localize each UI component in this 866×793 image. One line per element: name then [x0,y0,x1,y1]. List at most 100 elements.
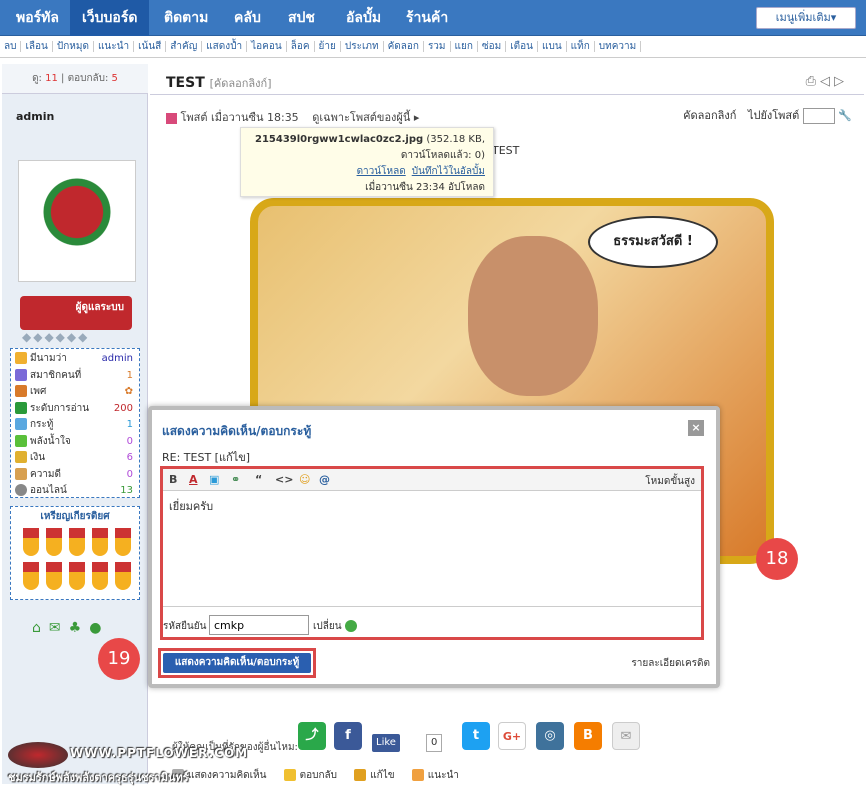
admin-rank-badge: ผู้ดูแลระบบ [20,296,132,330]
copy-link-title[interactable]: [คัดลอกลิงก์] [210,77,272,90]
rank-diamonds-icon: ◆◆◆◆◆◆ [22,330,90,344]
mod-repair[interactable]: ซ่อม [477,41,507,52]
medal-icon[interactable] [92,562,108,590]
medal-icon[interactable] [69,528,85,556]
attachment-size: (352.18 KB, [426,134,485,145]
download-link[interactable]: ดาวน์โหลด [357,166,406,177]
nav-album[interactable]: อัลบั้ม [334,0,393,36]
post-title: TEST [คัดลอกลิงก์] [166,75,272,91]
send-message-icon[interactable]: ✉ [49,620,69,636]
reply-editor: B A ▣ ⚭ “ <> ☺ @ โหมดขั้นสูง เยี่ยมครับ … [160,466,704,640]
credit-details-link[interactable]: รายละเอียดเครดิต [631,656,710,671]
mod-icon[interactable]: ไอคอน [247,41,287,52]
medals-title: เหรียญเกียรติยศ [40,511,110,522]
mod-tag[interactable]: แท็ก [566,41,595,52]
medal-icon[interactable] [46,528,62,556]
reply-dialog: แสดงความคิดเห็น/ตอบกระทู้ × RE: TEST [แก… [148,406,720,688]
home-icon[interactable]: ⌂ [32,620,49,636]
info-row: ออนไลน์ 13 [15,483,135,500]
mod-pin[interactable]: ปักหมุด [52,41,94,52]
add-friend-icon[interactable]: ♣ [69,620,90,636]
mod-merge[interactable]: รวม [423,41,451,52]
advanced-mode-link[interactable]: โหมดขั้นสูง [645,474,695,489]
author-username[interactable]: admin [16,110,54,123]
reply-action[interactable]: ตอบกลับ [283,768,337,783]
save-to-album-link[interactable]: บันทึกไว้ในอัลบั้ม [412,166,485,177]
nav-spch[interactable]: สปช [276,0,327,36]
site-watermark: WWW.PPTFLOWER.COM ชมรมรักษ์พลังพลังตาครุ… [8,742,247,786]
thread-stats: ดู: 11 | ตอบกลับ: 5 [2,64,148,94]
medal-icon[interactable] [23,562,39,590]
captcha-input[interactable] [209,615,309,635]
facebook-like-button[interactable]: Like [372,734,400,752]
mod-article[interactable]: บทความ [594,41,642,52]
captcha-label: รหัสยืนยัน [163,621,207,632]
info-row: เงิน 6 [15,450,135,467]
magnifier-icon [15,401,27,414]
facebook-icon[interactable]: f [334,722,362,750]
medal-icon[interactable] [23,528,39,556]
share-icon[interactable]: ⤴ [298,722,326,750]
avatar[interactable] [18,160,136,282]
edit-action[interactable]: แก้ไข [354,768,395,783]
link-icon[interactable]: ⚭ [231,473,240,486]
email-icon[interactable]: ✉ [612,722,640,750]
goto-post-input[interactable] [802,108,835,124]
copy-link[interactable]: คัดลอกลิงก์ [683,109,736,122]
mod-split[interactable]: แยก [450,41,478,52]
gift-icon [166,112,177,124]
next-thread-icon[interactable]: ▷ [834,74,848,89]
twitter-icon[interactable]: t [462,722,490,750]
gift-icon[interactable]: ● [89,620,109,636]
medal-icon[interactable] [69,562,85,590]
nav-club[interactable]: คลับ [222,0,273,36]
print-icon[interactable]: ⎙ [806,74,820,89]
medal-icon[interactable] [46,562,62,590]
nav-webboard[interactable]: เว็บบอร์ด [70,0,150,36]
mod-warn[interactable]: เตือน [506,41,539,52]
mod-important[interactable]: สำคัญ [166,41,203,52]
quote-icon[interactable]: “ [255,473,262,486]
submit-reply-button[interactable]: แสดงความคิดเห็น/ตอบกระทู้ [163,653,311,673]
code-icon[interactable]: <> [275,473,293,486]
medal-icon[interactable] [115,528,131,556]
recommend-action[interactable]: แนะนำ [411,768,459,783]
mod-lock[interactable]: ล็อค [286,41,315,52]
mod-bump-down[interactable]: เลือน [21,41,53,52]
smiley-icon[interactable]: ☺ [299,473,310,486]
captcha-change-link[interactable]: เปลี่ยน [313,619,357,634]
blogger-icon[interactable]: B [574,722,602,750]
nav-shop[interactable]: ร้านค้า [394,0,460,36]
medal-icon[interactable] [115,562,131,590]
close-icon[interactable]: × [688,420,704,436]
post-meta-right: คัดลอกลิงก์ ไปยังโพสต์ 🔧 [683,106,852,124]
mod-ban[interactable]: แบน [538,41,567,52]
prev-thread-icon[interactable]: ◁ [820,74,834,89]
divider [150,94,864,95]
mod-copy[interactable]: คัดลอก [383,41,424,52]
font-color-icon[interactable]: A [189,473,198,486]
reply-textarea[interactable]: เยี่ยมครับ [163,491,701,607]
mod-stamp[interactable]: แสดงป้ำ [202,41,248,52]
info-row: สมาชิกคนที่ 1 [15,368,135,385]
mention-icon[interactable]: @ [319,473,330,486]
mod-delete[interactable]: ลบ [0,41,22,52]
google-plus-icon[interactable]: G+ [498,722,526,750]
member-icon [15,368,27,381]
nav-follow[interactable]: ติดตาม [152,0,220,36]
wrench-icon[interactable]: 🔧 [838,109,852,122]
mod-recommend[interactable]: แนะนำ [93,41,135,52]
more-menu-button[interactable]: เมนูเพิ่มเติม▾ [756,7,856,29]
mod-highlight[interactable]: เน้นสี [134,41,167,52]
medal-icon[interactable] [92,528,108,556]
editor-toolbar: B A ▣ ⚭ “ <> ☺ @ โหมดขั้นสูง [163,469,701,491]
watermark-club-name: ชมรมรักษ์พลังพลังตาครุธรุ่นชรามินทร์ [8,771,189,784]
reply-subject: RE: TEST [แก้ไข] [162,451,251,464]
bold-icon[interactable]: B [169,473,177,486]
instagram-icon[interactable]: ◎ [536,722,564,750]
nav-portal[interactable]: พอร์ทัล [4,0,71,36]
author-only-link[interactable]: ดูเฉพาะโพสต์ของผู้นี้ ▸ [312,111,419,124]
image-icon[interactable]: ▣ [209,473,219,486]
mod-type[interactable]: ประเภท [340,41,384,52]
mod-move[interactable]: ย้าย [314,41,341,52]
